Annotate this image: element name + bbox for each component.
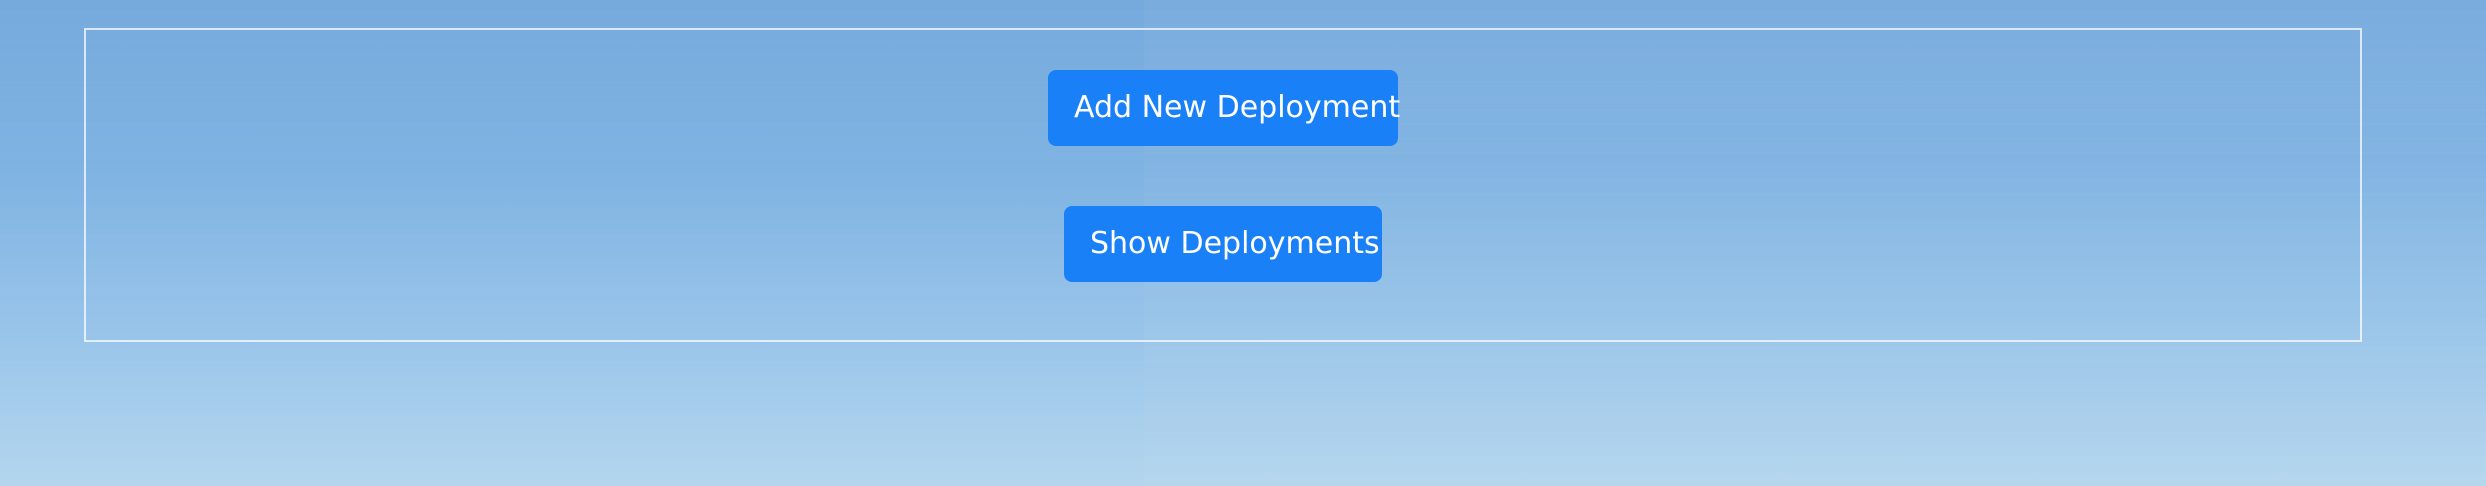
add-new-deployment-button[interactable]: Add New Deployment [1048, 70, 1400, 146]
deployment-actions-panel: Add New Deployment Show Deployments [84, 28, 2362, 342]
show-deployments-button[interactable]: Show Deployments [1064, 206, 1382, 282]
